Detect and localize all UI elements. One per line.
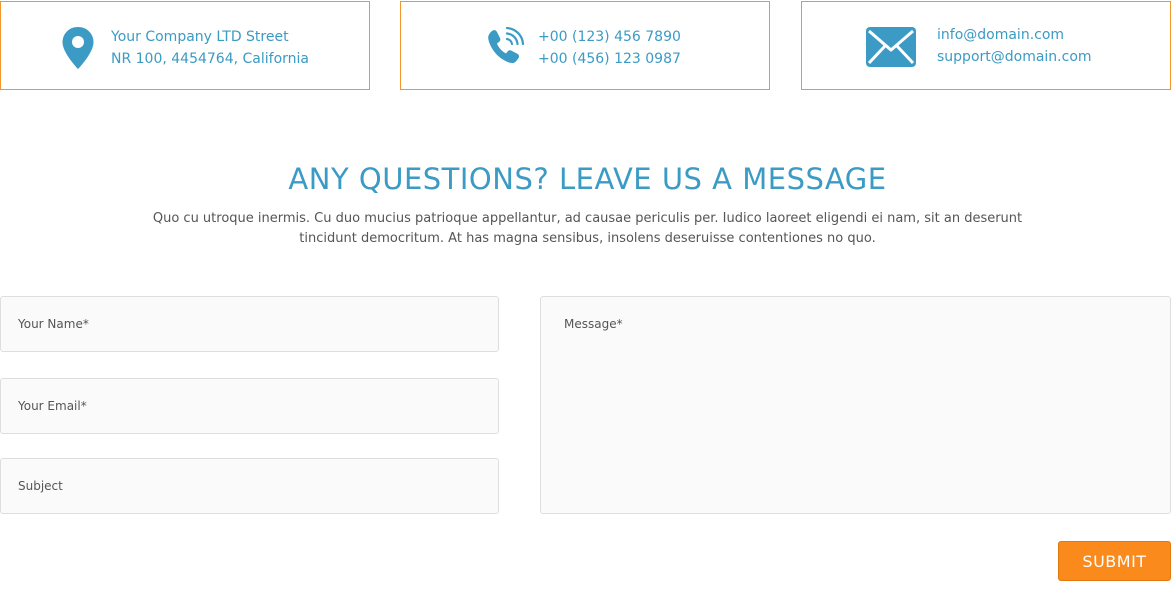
- envelope-icon: [866, 27, 916, 71]
- email-line-1[interactable]: info@domain.com: [937, 24, 1092, 46]
- name-input[interactable]: [0, 296, 499, 352]
- map-pin-icon: [61, 26, 95, 74]
- phone-card: +00 (123) 456 7890 +00 (456) 123 0987: [400, 1, 770, 90]
- email-line-2[interactable]: support@domain.com: [937, 46, 1092, 68]
- address-card: Your Company LTD Street NR 100, 4454764,…: [0, 1, 370, 90]
- address-line-1: Your Company LTD Street: [111, 29, 289, 45]
- email-card: info@domain.com support@domain.com: [801, 1, 1171, 90]
- section-title: ANY QUESTIONS? LEAVE US A MESSAGE: [288, 162, 887, 196]
- phone-line-1[interactable]: +00 (123) 456 7890: [538, 26, 681, 48]
- subject-input[interactable]: [0, 458, 499, 514]
- message-textarea[interactable]: [540, 296, 1171, 514]
- phone-icon: [483, 26, 525, 72]
- address-line-2: NR 100, 4454764, California: [111, 51, 310, 67]
- section-intro: Quo cu utroque inermis. Cu duo mucius pa…: [152, 211, 1023, 246]
- submit-button[interactable]: SUBMIT: [1058, 541, 1171, 581]
- email-input[interactable]: [0, 378, 499, 434]
- phone-line-2[interactable]: +00 (456) 123 0987: [538, 48, 681, 70]
